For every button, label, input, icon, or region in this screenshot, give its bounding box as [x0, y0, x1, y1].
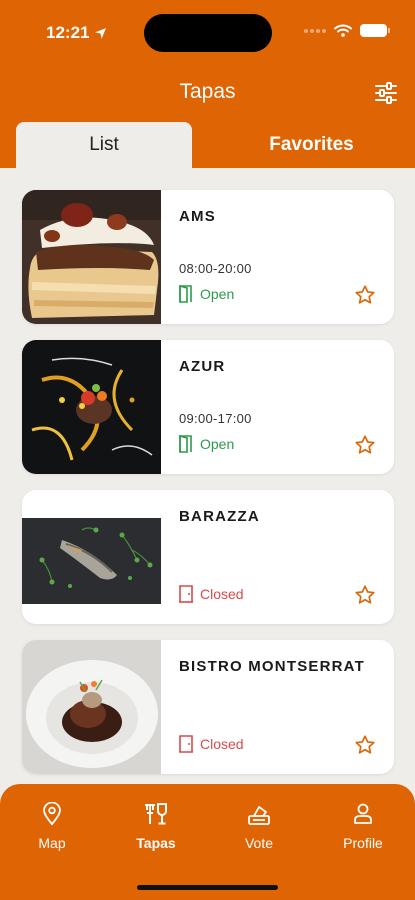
restaurant-card-azur[interactable]: AZUR 09:00-17:00 Open	[22, 340, 394, 474]
closed-door-icon	[179, 585, 193, 603]
closed-door-icon	[179, 735, 193, 753]
tab-list[interactable]: List	[16, 122, 192, 168]
battery-icon	[360, 24, 390, 37]
status-closed: Closed	[179, 585, 244, 603]
status-closed: Closed	[179, 735, 244, 753]
status-time: 12:21	[46, 23, 107, 43]
star-icon[interactable]	[354, 284, 376, 306]
tapas-icon	[145, 803, 167, 825]
restaurant-photo	[22, 340, 161, 474]
open-door-icon	[179, 435, 192, 453]
page-title: Tapas	[179, 80, 236, 103]
status-bar: 12:21	[0, 0, 415, 60]
restaurant-card-ams[interactable]: AMS 08:00-20:00 Open	[22, 190, 394, 324]
opening-hours: 09:00-17:00	[179, 411, 252, 426]
nav-profile[interactable]: Profile	[323, 802, 403, 851]
open-door-icon	[179, 285, 192, 303]
restaurant-photo	[22, 640, 161, 774]
nav-tapas[interactable]: Tapas	[116, 802, 196, 851]
location-arrow-icon	[95, 27, 107, 39]
restaurant-photo	[22, 490, 161, 624]
restaurant-card-bistro-montserrat[interactable]: BISTRO MONTSERRAT Closed	[22, 640, 394, 774]
bottom-navigation: Map Tapas Vote Profile	[0, 784, 415, 900]
profile-icon	[354, 803, 372, 824]
filter-icon[interactable]	[373, 80, 399, 106]
app-header: 12:21 Tapas List Favorites	[0, 0, 415, 168]
home-indicator[interactable]	[137, 885, 278, 890]
star-icon[interactable]	[354, 584, 376, 606]
star-icon[interactable]	[354, 434, 376, 456]
opening-hours: 08:00-20:00	[179, 261, 252, 276]
nav-map[interactable]: Map	[12, 802, 92, 851]
restaurant-name: BISTRO MONTSERRAT	[179, 658, 365, 675]
dynamic-island	[144, 14, 272, 52]
nav-vote[interactable]: Vote	[219, 802, 299, 851]
restaurant-photo	[22, 190, 161, 324]
star-icon[interactable]	[354, 734, 376, 756]
vote-icon	[248, 806, 270, 825]
map-pin-icon	[43, 802, 61, 826]
tab-favorites[interactable]: Favorites	[208, 122, 415, 168]
restaurant-name: BARAZZA	[179, 508, 260, 525]
wifi-icon	[334, 24, 352, 37]
restaurant-name: AZUR	[179, 358, 226, 375]
restaurant-card-barazza[interactable]: BARAZZA Closed	[22, 490, 394, 624]
restaurant-name: AMS	[179, 208, 216, 225]
signal-icon	[304, 28, 326, 33]
status-open: Open	[179, 285, 234, 303]
status-open: Open	[179, 435, 234, 453]
status-indicators	[304, 24, 390, 37]
